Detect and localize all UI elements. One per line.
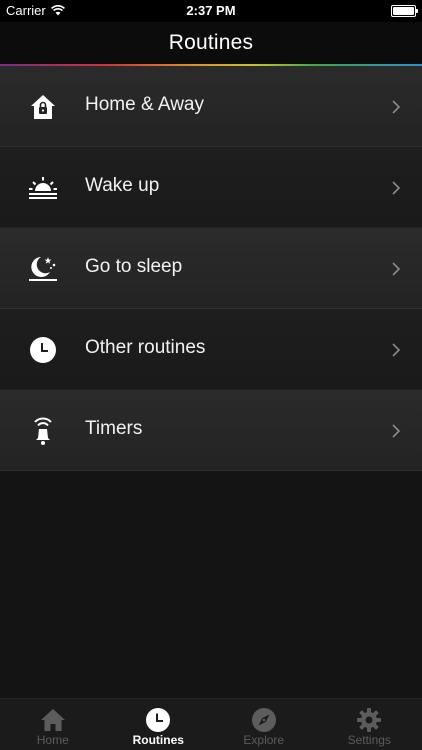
tab-explore[interactable]: Explore [211,699,317,750]
tab-label: Home [36,733,69,747]
routine-item-home-away[interactable]: Home & Away [0,66,422,147]
chevron-right-icon [392,181,401,195]
chevron-right-icon [392,262,401,276]
chevron-right-icon [392,343,401,357]
routine-item-go-to-sleep[interactable]: Go to sleep [0,228,422,309]
routine-label: Wake up [85,175,160,196]
clock-icon [145,707,171,733]
routine-label: Other routines [85,337,206,358]
bell-alarm-icon [27,416,59,446]
chevron-right-icon [392,424,401,438]
routine-label: Go to sleep [85,256,183,277]
gear-icon [356,707,382,733]
status-bar: Carrier 2:37 PM [0,0,422,22]
routine-item-wake-up[interactable]: Wake up [0,147,422,228]
routines-list: Home & Away Wake up Go to sleep Other ro… [0,66,422,471]
house-icon [40,707,66,733]
sunrise-icon [27,173,59,203]
tab-bar: Home Routines Explore Settings [0,698,422,750]
tab-label: Settings [347,733,391,747]
tab-label: Explore [243,733,285,747]
routine-item-timers[interactable]: Timers [0,390,422,471]
routine-label: Timers [85,418,143,439]
tab-label: Routines [132,733,184,747]
home-lock-icon [27,92,59,122]
routine-label: Home & Away [85,94,204,115]
battery-icon [391,5,418,17]
routine-item-other-routines[interactable]: Other routines [0,309,422,390]
navigation-bar: Routines [0,22,422,64]
status-time: 2:37 PM [186,3,236,18]
tab-routines[interactable]: Routines [106,699,212,750]
moon-stars-icon [27,254,59,284]
tab-settings[interactable]: Settings [317,699,422,750]
compass-icon [251,707,277,733]
clock-icon [27,335,59,365]
chevron-right-icon [392,100,401,114]
tab-home[interactable]: Home [0,699,106,750]
page-title: Routines [168,31,254,54]
